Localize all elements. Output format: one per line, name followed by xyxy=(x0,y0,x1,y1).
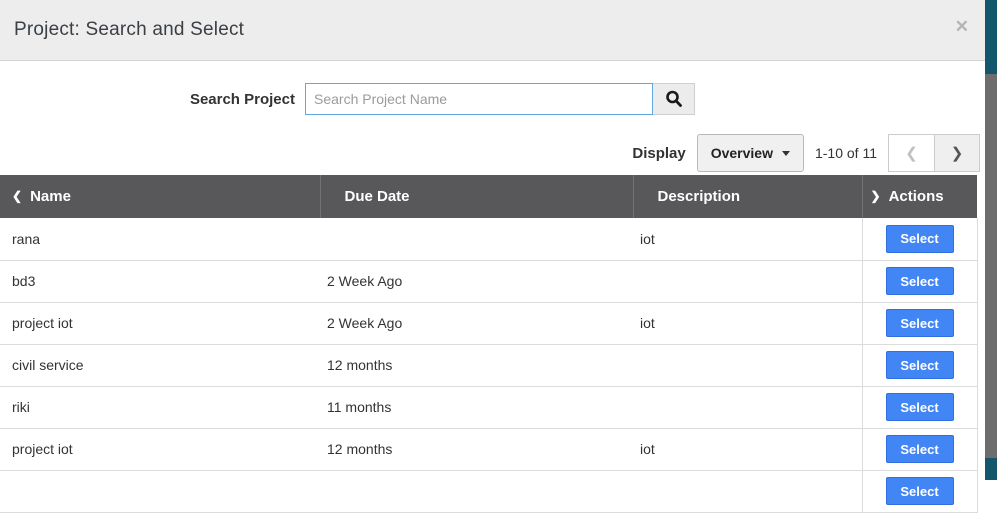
page-background-edge xyxy=(985,0,997,480)
cell-project-name: bd3 xyxy=(0,260,320,303)
cell-project-name: rana xyxy=(0,218,320,261)
table-header: ❮ Name Due Date Description ❯ Actions xyxy=(0,175,977,218)
select-button[interactable]: Select xyxy=(885,477,954,505)
cell-actions: Select xyxy=(861,386,978,429)
display-dropdown[interactable]: Overview xyxy=(696,134,804,172)
search-button[interactable] xyxy=(653,83,695,115)
select-button[interactable]: Select xyxy=(885,393,954,421)
close-icon[interactable]: ✕ xyxy=(955,18,969,35)
cell-description xyxy=(633,470,862,513)
cell-project-name: civil service xyxy=(0,344,320,387)
pagination-group: ❮ ❯ xyxy=(888,134,980,172)
column-label-actions: Actions xyxy=(888,188,944,205)
column-header-name[interactable]: ❮ Name xyxy=(0,175,320,218)
column-label-name: Name xyxy=(30,188,71,205)
cell-description: iot xyxy=(633,428,862,471)
column-header-description[interactable]: Description xyxy=(632,175,862,218)
column-label-due-date: Due Date xyxy=(344,188,410,205)
column-header-actions[interactable]: ❯ Actions xyxy=(861,175,977,218)
column-header-due-date[interactable]: Due Date xyxy=(319,175,633,218)
table-row: project iot 12 months iot Select xyxy=(0,428,978,471)
cell-due-date xyxy=(320,218,633,261)
search-input[interactable] xyxy=(305,83,653,115)
previous-page-button[interactable]: ❮ xyxy=(888,134,934,172)
cell-project-name: project iot xyxy=(0,302,320,345)
column-label-description: Description xyxy=(657,188,741,205)
modal-header: Project: Search and Select ✕ xyxy=(0,0,985,61)
next-page-button[interactable]: ❯ xyxy=(934,134,980,172)
cell-description: iot xyxy=(633,218,862,261)
cell-due-date: 2 Week Ago xyxy=(320,302,633,345)
collapse-left-icon[interactable]: ❮ xyxy=(12,189,22,203)
cell-actions: Select xyxy=(861,302,978,345)
cell-due-date: 12 months xyxy=(320,428,633,471)
project-select-modal: Project: Search and Select ✕ Search Proj… xyxy=(0,0,985,513)
table-row: bd3 2 Week Ago Select xyxy=(0,260,978,303)
table-body: rana iot Select bd3 2 Week Ago Select pr… xyxy=(0,218,978,513)
display-label: Display xyxy=(632,144,686,162)
cell-project-name: project iot xyxy=(0,428,320,471)
cell-actions: Select xyxy=(861,428,978,471)
cell-due-date: 2 Week Ago xyxy=(320,260,633,303)
cell-description xyxy=(633,386,862,429)
select-button[interactable]: Select xyxy=(885,267,954,295)
cell-due-date: 11 months xyxy=(320,386,633,429)
table-row: rana iot Select xyxy=(0,218,978,261)
select-button[interactable]: Select xyxy=(885,309,954,337)
collapse-right-icon[interactable]: ❯ xyxy=(871,189,881,203)
table-row: project iot 2 Week Ago iot Select xyxy=(0,302,978,345)
select-button[interactable]: Select xyxy=(885,435,954,463)
search-project-label: Search Project xyxy=(189,90,295,108)
chevron-right-icon: ❯ xyxy=(950,145,964,162)
pagination-range: 1-10 of 11 xyxy=(814,145,877,161)
chevron-left-icon: ❮ xyxy=(905,145,918,162)
display-dropdown-value: Overview xyxy=(710,145,773,161)
cell-project-name: riki xyxy=(0,386,320,429)
table-row: Select xyxy=(0,470,978,513)
scrollbar-thumb[interactable] xyxy=(985,74,997,458)
table-row: civil service 12 months Select xyxy=(0,344,978,387)
cell-actions: Select xyxy=(861,260,978,303)
search-row: Search Project xyxy=(0,83,985,115)
search-input-group xyxy=(305,83,695,115)
cell-actions: Select xyxy=(861,218,978,261)
cell-description xyxy=(633,260,862,303)
display-row: Display Overview 1-10 of 11 ❮ ❯ xyxy=(0,134,980,172)
projects-table: ❮ Name Due Date Description ❯ Actions rana… xyxy=(0,175,978,513)
cell-due-date xyxy=(320,470,633,513)
select-button[interactable]: Select xyxy=(885,351,954,379)
cell-actions: Select xyxy=(861,344,978,387)
cell-description xyxy=(633,344,862,387)
select-button[interactable]: Select xyxy=(885,224,954,253)
search-icon xyxy=(665,90,683,108)
chevron-down-icon xyxy=(781,150,790,156)
cell-due-date: 12 months xyxy=(320,344,633,387)
modal-title: Project: Search and Select xyxy=(14,19,245,40)
cell-project-name xyxy=(0,470,320,513)
cell-actions: Select xyxy=(861,470,978,513)
cell-description: iot xyxy=(633,302,862,345)
table-row: riki 11 months Select xyxy=(0,386,978,429)
